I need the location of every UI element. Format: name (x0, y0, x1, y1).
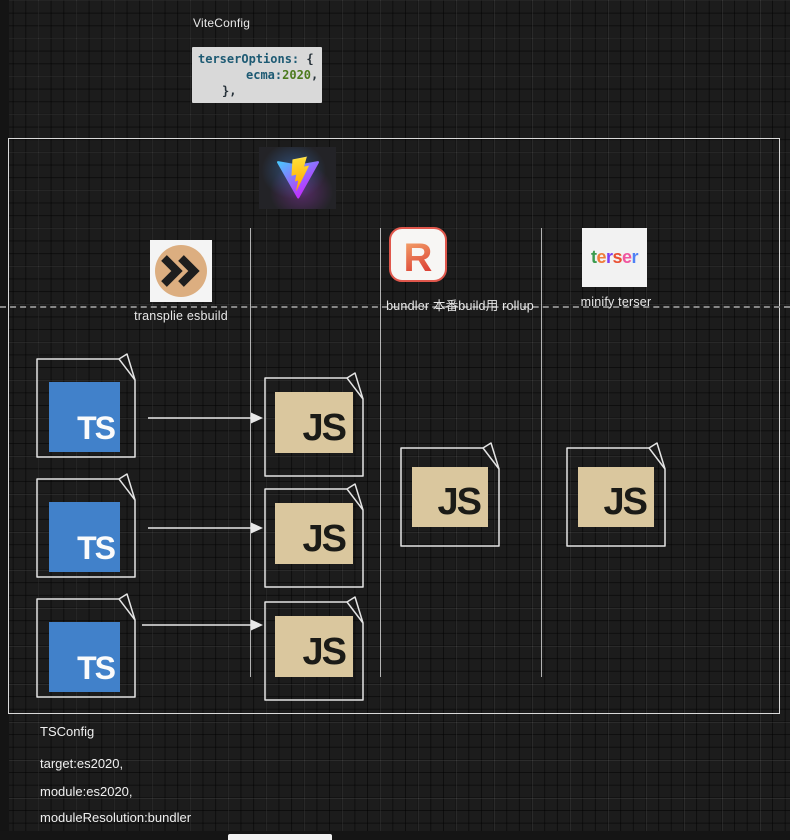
code-line-1: terserOptions: { (198, 51, 316, 67)
tsconfig-line-moduleresolution[interactable]: moduleResolution:bundler (40, 810, 191, 825)
javascript-logo: JS (578, 467, 654, 527)
terser-letter: e (622, 247, 632, 267)
rollup-label[interactable]: bundler 本番build用 rollup (360, 295, 560, 314)
ts-file-1[interactable]: TS (36, 352, 136, 458)
js-bundle-file[interactable]: JS (400, 441, 500, 547)
ts-logo-text: TS (77, 530, 116, 566)
ts-file-3[interactable]: TS (36, 592, 136, 698)
flow-arrow-1[interactable] (146, 411, 264, 425)
typescript-logo: TS (49, 622, 120, 692)
whiteboard-canvas[interactable]: ViteConfig terserOptions: { ecma:2020, }… (0, 0, 790, 840)
terser-wordmark: terser (591, 247, 639, 268)
code-value: 2020 (282, 68, 312, 82)
terser-label[interactable]: minify terser (541, 295, 691, 309)
terser-letter: s (612, 247, 622, 267)
tsconfig-title[interactable]: TSConfig (40, 724, 94, 739)
ts-logo-text: TS (77, 650, 116, 686)
js-file-2[interactable]: JS (264, 482, 364, 588)
terser-letter: r (631, 247, 639, 267)
typescript-logo: TS (49, 382, 120, 452)
js-logo-text: JS (302, 631, 348, 673)
javascript-logo: JS (275, 616, 353, 677)
code-line-3: }, (198, 83, 316, 99)
js-logo-text: JS (437, 481, 483, 523)
tsconfig-line-module[interactable]: module:es2020, (40, 784, 133, 799)
rollup-icon[interactable]: R (389, 227, 447, 282)
code-line-2: ecma:2020, (198, 67, 319, 83)
flow-arrow-2[interactable] (146, 521, 264, 535)
code-punct: }, (222, 84, 237, 98)
js-logo-text: JS (302, 407, 348, 449)
canvas-bottom-edge (0, 831, 790, 840)
tsconfig-line-target[interactable]: target:es2020, (40, 756, 123, 771)
partial-shape-below (228, 834, 332, 840)
vite-logo[interactable] (259, 147, 336, 209)
code-punct: { (299, 52, 314, 66)
vite-logo-icon (276, 156, 319, 199)
js-file-1[interactable]: JS (264, 371, 364, 477)
javascript-logo: JS (412, 467, 488, 527)
code-key: terserOptions: (198, 52, 300, 66)
javascript-logo: JS (275, 503, 353, 564)
ts-logo-text: TS (77, 410, 116, 446)
esbuild-icon[interactable] (150, 240, 212, 302)
lane-divider-1[interactable] (250, 228, 251, 677)
javascript-logo: JS (275, 392, 353, 453)
ts-file-2[interactable]: TS (36, 472, 136, 578)
svg-text:R: R (404, 236, 433, 279)
js-logo-text: JS (603, 481, 649, 523)
rollup-r-icon: R (404, 236, 433, 279)
js-minified-file[interactable]: JS (566, 441, 666, 547)
terser-icon[interactable]: terser (582, 228, 647, 287)
typescript-logo: TS (49, 502, 120, 572)
esbuild-label[interactable]: transplie esbuild (101, 309, 261, 323)
code-punct: , (311, 68, 319, 82)
js-logo-text: JS (302, 518, 348, 560)
terser-options-code-block[interactable]: terserOptions: { ecma:2020, }, (192, 47, 322, 103)
terser-letter: e (596, 247, 606, 267)
code-key: ecma: (246, 68, 283, 82)
vite-config-label[interactable]: ViteConfig (193, 16, 250, 30)
esbuild-chevrons-icon (155, 245, 207, 297)
flow-arrow-3[interactable] (140, 618, 264, 632)
js-file-3[interactable]: JS (264, 595, 364, 701)
